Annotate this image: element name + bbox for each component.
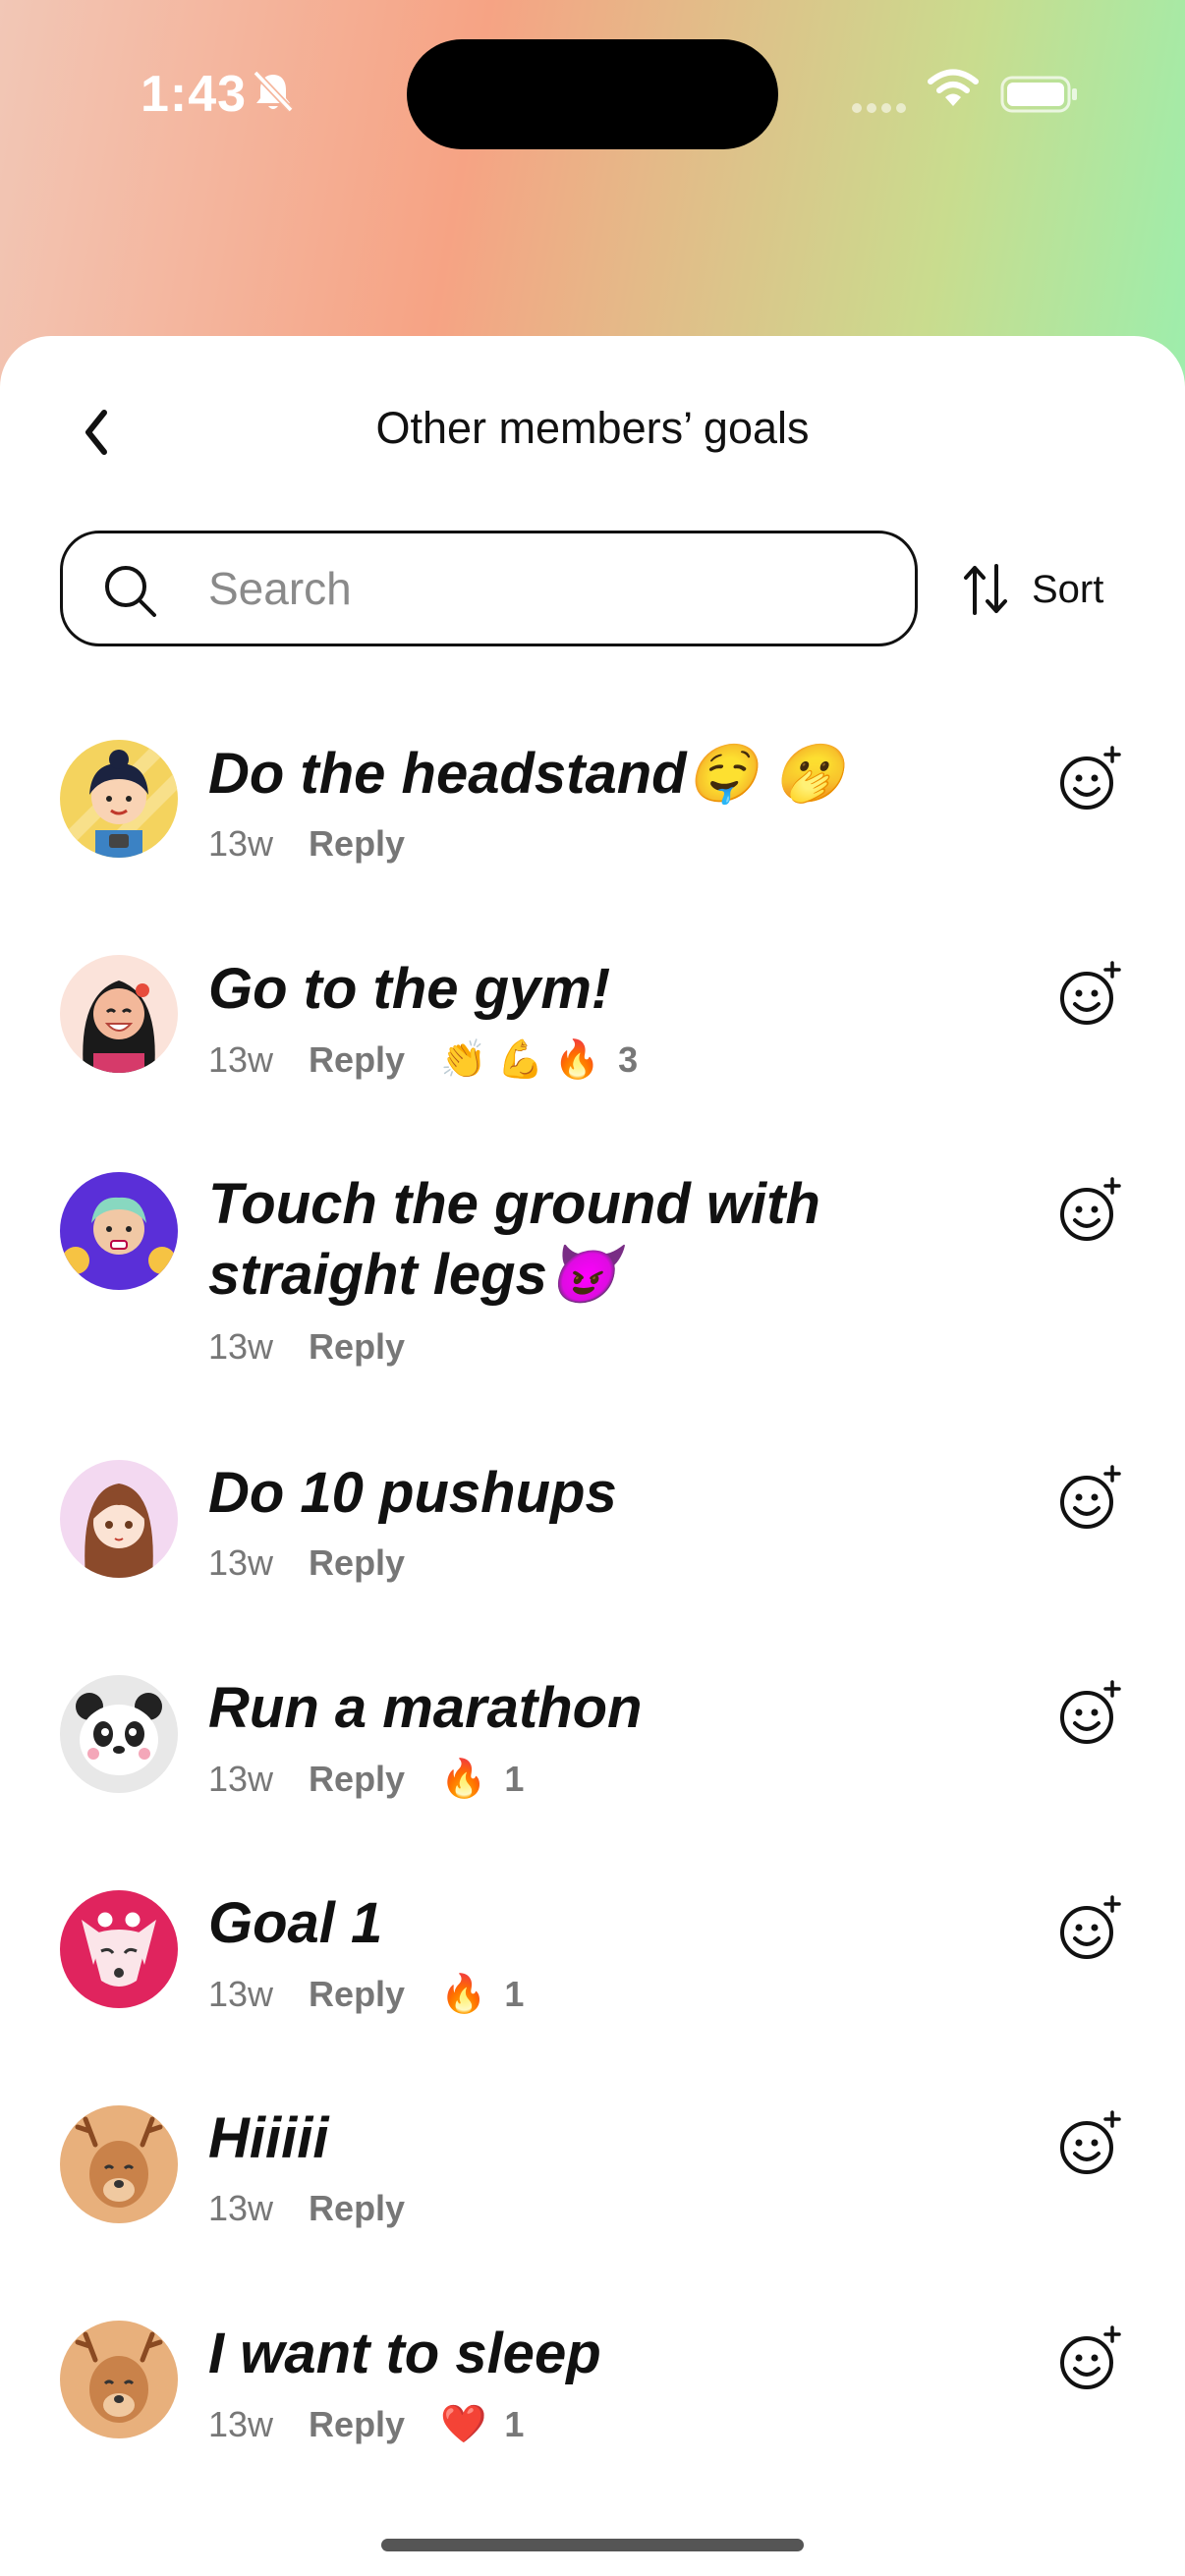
goal-text: Goal 1	[208, 1891, 383, 1955]
avatar[interactable]	[60, 1675, 178, 1793]
search-input[interactable]	[208, 559, 876, 618]
reactions[interactable]: 🔥 1	[440, 1973, 524, 2016]
avatar-old-man-waving	[60, 1172, 178, 1290]
reply-button[interactable]: Reply	[309, 1542, 405, 1584]
reaction-emojis: 🔥	[440, 1974, 487, 2015]
goal-meta: 13w Reply ❤️ 1	[208, 2403, 524, 2446]
avatar-anime-girl	[60, 1460, 178, 1578]
battery-icon	[1000, 76, 1077, 113]
add-reaction-icon[interactable]	[1053, 2108, 1124, 2179]
add-reaction-icon[interactable]	[1053, 959, 1124, 1030]
reaction-count: 1	[504, 1759, 525, 1799]
sort-button[interactable]: Sort	[963, 558, 1103, 621]
search-field[interactable]	[60, 531, 918, 646]
wifi-icon	[928, 69, 979, 106]
goal-meta: 13w Reply	[208, 1542, 405, 1584]
page-title: Other members’ goals	[375, 403, 810, 453]
search-icon	[105, 566, 156, 617]
goals-sheet	[0, 336, 1185, 2576]
reaction-emojis: 🔥	[440, 1759, 487, 1800]
reaction-count: 1	[504, 1974, 525, 2014]
reactions[interactable]: ❤️ 1	[440, 2403, 524, 2446]
add-reaction-icon[interactable]	[1053, 1175, 1124, 1246]
avatar-deer	[60, 2105, 178, 2223]
reaction-emojis: ❤️	[440, 2404, 487, 2445]
goal-age: 13w	[208, 1326, 274, 1367]
goal-meta: 13w Reply	[208, 1326, 405, 1368]
reaction-count: 3	[618, 1039, 639, 1080]
sort-label: Sort	[1032, 567, 1104, 611]
goal-age: 13w	[208, 823, 274, 864]
avatar[interactable]	[60, 1890, 178, 2008]
goal-text: Touch the ground with straight legs😈	[208, 1172, 820, 1307]
add-reaction-icon[interactable]	[1053, 2324, 1124, 2394]
reply-button[interactable]: Reply	[309, 1039, 405, 1081]
reactions[interactable]: 🔥 1	[440, 1758, 524, 1801]
home-indicator[interactable]	[381, 2539, 804, 2551]
goal-age: 13w	[208, 1974, 274, 2014]
reactions[interactable]: 👏 💪 🔥 3	[440, 1038, 638, 1082]
goal-age: 13w	[208, 2404, 274, 2444]
goal-age: 13w	[208, 2188, 274, 2228]
reply-button[interactable]: Reply	[309, 1974, 405, 2015]
add-reaction-icon[interactable]	[1053, 1463, 1124, 1534]
add-reaction-icon[interactable]	[1053, 1678, 1124, 1749]
avatar-girl-camera	[60, 740, 178, 858]
add-reaction-icon[interactable]	[1053, 744, 1124, 814]
goal-text: Run a marathon	[208, 1676, 643, 1740]
avatar[interactable]	[60, 2105, 178, 2223]
sort-arrows-icon	[964, 564, 1007, 615]
status-time: 1:43	[141, 66, 248, 123]
avatar[interactable]	[60, 955, 178, 1073]
goal-meta: 13w Reply 🔥 1	[208, 1973, 524, 2016]
goal-text: Do 10 pushups	[208, 1461, 617, 1525]
goal-age: 13w	[208, 1542, 274, 1583]
reaction-emojis: 👏 💪 🔥	[440, 1039, 601, 1081]
reply-button[interactable]: Reply	[309, 1759, 405, 1800]
goal-age: 13w	[208, 1039, 274, 1080]
reaction-count: 1	[504, 2404, 525, 2444]
goal-meta: 13w Reply	[208, 823, 405, 865]
goal-text: Hiiiii	[208, 2106, 329, 2170]
silent-bell-icon	[253, 70, 294, 113]
avatar-deer	[60, 2321, 178, 2438]
status-bar: 1:43	[0, 0, 1185, 187]
avatar-smiling-woman	[60, 955, 178, 1073]
avatar[interactable]	[60, 1172, 178, 1290]
avatar-fox	[60, 1890, 178, 2008]
reply-button[interactable]: Reply	[309, 2188, 405, 2229]
goal-text: Do the headstand🤤 🫢	[208, 742, 845, 806]
dynamic-island	[407, 39, 778, 149]
reply-button[interactable]: Reply	[309, 2404, 405, 2445]
goal-age: 13w	[208, 1759, 274, 1799]
reply-button[interactable]: Reply	[309, 823, 405, 865]
avatar-panda	[60, 1675, 178, 1793]
goal-meta: 13w Reply 🔥 1	[208, 1758, 524, 1801]
reply-button[interactable]: Reply	[309, 1326, 405, 1368]
avatar[interactable]	[60, 2321, 178, 2438]
add-reaction-icon[interactable]	[1053, 1893, 1124, 1964]
goal-meta: 13w Reply	[208, 2188, 405, 2229]
goal-text: Go to the gym!	[208, 957, 611, 1021]
goal-text: I want to sleep	[208, 2322, 601, 2385]
avatar[interactable]	[60, 1460, 178, 1578]
signal-dots-icon	[852, 103, 906, 113]
avatar[interactable]	[60, 740, 178, 858]
goal-meta: 13w Reply 👏 💪 🔥 3	[208, 1038, 638, 1082]
